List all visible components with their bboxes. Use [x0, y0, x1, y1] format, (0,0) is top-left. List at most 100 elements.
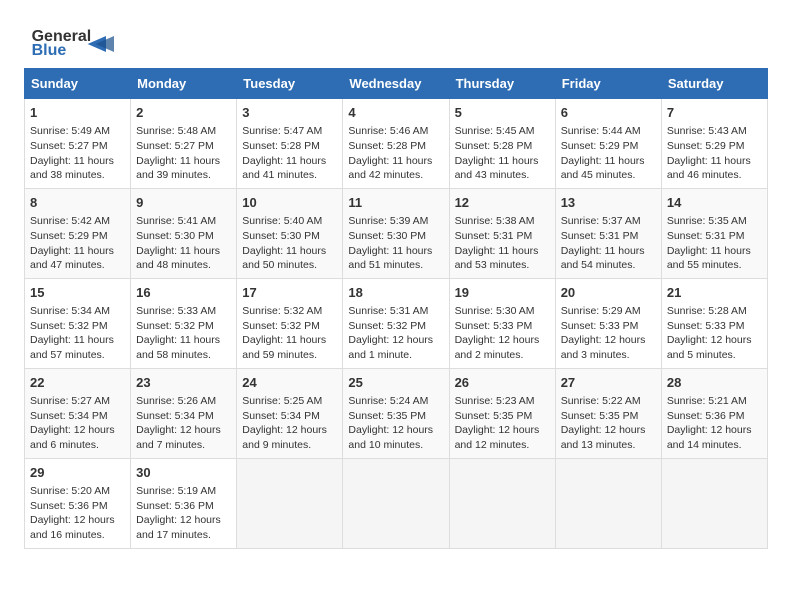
logo: General Blue: [24, 20, 124, 60]
calendar-cell: 27Sunrise: 5:22 AMSunset: 5:35 PMDayligh…: [555, 368, 661, 458]
day-number: 10: [242, 194, 337, 212]
calendar-cell: [343, 458, 449, 548]
day-number: 3: [242, 104, 337, 122]
day-number: 9: [136, 194, 231, 212]
cell-info: Sunrise: 5:21 AMSunset: 5:36 PMDaylight:…: [667, 394, 762, 453]
calendar-cell: 22 Sunrise: 5:27 AMSunset: 5:34 PMDayligh…: [25, 368, 131, 458]
cell-info: Sunrise: 5:32 AMSunset: 5:32 PMDaylight:…: [242, 304, 337, 363]
cell-info: Sunrise: 5:34 AMSunset: 5:32 PMDaylight:…: [30, 304, 125, 363]
calendar-cell: 20 Sunrise: 5:29 AMSunset: 5:33 PMDayligh…: [555, 278, 661, 368]
calendar-cell: 10 Sunrise: 5:40 AMSunset: 5:30 PMDayligh…: [237, 188, 343, 278]
cell-info: Sunrise: 5:30 AMSunset: 5:33 PMDaylight:…: [455, 304, 550, 363]
calendar-cell: 14 Sunrise: 5:35 AMSunset: 5:31 PMDayligh…: [661, 188, 767, 278]
weekday-header-monday: Monday: [131, 69, 237, 99]
day-number: 16: [136, 284, 231, 302]
calendar-cell: [237, 458, 343, 548]
day-number: 13: [561, 194, 656, 212]
weekday-header-saturday: Saturday: [661, 69, 767, 99]
day-number: 21: [667, 284, 762, 302]
calendar-cell: [555, 458, 661, 548]
day-number: 23: [136, 374, 231, 392]
calendar-cell: 25 Sunrise: 5:24 AMSunset: 5:35 PMDayligh…: [343, 368, 449, 458]
day-number: 5: [455, 104, 550, 122]
cell-info: Sunrise: 5:47 AMSunset: 5:28 PMDaylight:…: [242, 124, 337, 183]
day-number: 26: [455, 374, 550, 392]
cell-info: Sunrise: 5:26 AMSunset: 5:34 PMDaylight:…: [136, 394, 231, 453]
calendar-cell: 6 Sunrise: 5:44 AMSunset: 5:29 PMDaylight…: [555, 99, 661, 189]
calendar-cell: 8 Sunrise: 5:42 AMSunset: 5:29 PMDaylight…: [25, 188, 131, 278]
cell-info: Sunrise: 5:41 AMSunset: 5:30 PMDaylight:…: [136, 214, 231, 273]
calendar-cell: 19 Sunrise: 5:30 AMSunset: 5:33 PMDayligh…: [449, 278, 555, 368]
cell-info: Sunrise: 5:35 AMSunset: 5:31 PMDaylight:…: [667, 214, 762, 273]
calendar-cell: [449, 458, 555, 548]
day-number: 6: [561, 104, 656, 122]
day-number: 24: [242, 374, 337, 392]
day-number: 20: [561, 284, 656, 302]
weekday-header-friday: Friday: [555, 69, 661, 99]
calendar-cell: 11Sunrise: 5:39 AMSunset: 5:30 PMDayligh…: [343, 188, 449, 278]
cell-info: Sunrise: 5:29 AMSunset: 5:33 PMDaylight:…: [561, 304, 656, 363]
header: General Blue: [24, 20, 768, 60]
calendar-cell: 24 Sunrise: 5:25 AMSunset: 5:34 PMDayligh…: [237, 368, 343, 458]
cell-info: Sunrise: 5:39 AMSunset: 5:30 PMDaylight:…: [348, 214, 443, 273]
cell-info: Sunrise: 5:45 AMSunset: 5:28 PMDaylight:…: [455, 124, 550, 183]
cell-info: Sunrise: 5:20 AMSunset: 5:36 PMDaylight:…: [30, 484, 125, 543]
svg-text:Blue: Blue: [32, 42, 67, 59]
calendar-cell: 26Sunrise: 5:23 AMSunset: 5:35 PMDayligh…: [449, 368, 555, 458]
cell-info: Sunrise: 5:44 AMSunset: 5:29 PMDaylight:…: [561, 124, 656, 183]
weekday-header-sunday: Sunday: [25, 69, 131, 99]
calendar-cell: 23 Sunrise: 5:26 AMSunset: 5:34 PMDayligh…: [131, 368, 237, 458]
day-number: 25: [348, 374, 443, 392]
day-number: 22: [30, 374, 125, 392]
day-number: 28: [667, 374, 762, 392]
calendar-cell: 29 Sunrise: 5:20 AMSunset: 5:36 PMDayligh…: [25, 458, 131, 548]
cell-info: Sunrise: 5:38 AMSunset: 5:31 PMDaylight:…: [455, 214, 550, 273]
calendar-cell: 30 Sunrise: 5:19 AMSunset: 5:36 PMDayligh…: [131, 458, 237, 548]
day-number: 8: [30, 194, 125, 212]
calendar-cell: 13 Sunrise: 5:37 AMSunset: 5:31 PMDayligh…: [555, 188, 661, 278]
cell-info: Sunrise: 5:25 AMSunset: 5:34 PMDaylight:…: [242, 394, 337, 453]
cell-info: Sunrise: 5:19 AMSunset: 5:36 PMDaylight:…: [136, 484, 231, 543]
day-number: 2: [136, 104, 231, 122]
week-row-3: 15 Sunrise: 5:34 AMSunset: 5:32 PMDayligh…: [25, 278, 768, 368]
calendar-table: SundayMondayTuesdayWednesdayThursdayFrid…: [24, 68, 768, 549]
day-number: 30: [136, 464, 231, 482]
calendar-cell: 28 Sunrise: 5:21 AMSunset: 5:36 PMDayligh…: [661, 368, 767, 458]
calendar-cell: 17 Sunrise: 5:32 AMSunset: 5:32 PMDayligh…: [237, 278, 343, 368]
day-number: 18: [348, 284, 443, 302]
day-number: 1: [30, 104, 125, 122]
calendar-cell: 4Sunrise: 5:46 AMSunset: 5:28 PMDaylight…: [343, 99, 449, 189]
cell-info: Sunrise: 5:42 AMSunset: 5:29 PMDaylight:…: [30, 214, 125, 273]
calendar-cell: 9 Sunrise: 5:41 AMSunset: 5:30 PMDaylight…: [131, 188, 237, 278]
day-number: 12: [455, 194, 550, 212]
day-number: 15: [30, 284, 125, 302]
day-number: 4: [348, 104, 443, 122]
cell-info: Sunrise: 5:28 AMSunset: 5:33 PMDaylight:…: [667, 304, 762, 363]
calendar-cell: [661, 458, 767, 548]
calendar-cell: 7Sunrise: 5:43 AMSunset: 5:29 PMDaylight…: [661, 99, 767, 189]
calendar-cell: 3 Sunrise: 5:47 AMSunset: 5:28 PMDaylight…: [237, 99, 343, 189]
week-row-2: 8 Sunrise: 5:42 AMSunset: 5:29 PMDaylight…: [25, 188, 768, 278]
cell-info: Sunrise: 5:27 AMSunset: 5:34 PMDaylight:…: [30, 394, 125, 453]
cell-info: Sunrise: 5:40 AMSunset: 5:30 PMDaylight:…: [242, 214, 337, 273]
cell-info: Sunrise: 5:24 AMSunset: 5:35 PMDaylight:…: [348, 394, 443, 453]
day-number: 7: [667, 104, 762, 122]
cell-info: Sunrise: 5:31 AMSunset: 5:32 PMDaylight:…: [348, 304, 443, 363]
cell-info: Sunrise: 5:22 AMSunset: 5:35 PMDaylight:…: [561, 394, 656, 453]
day-number: 19: [455, 284, 550, 302]
week-row-4: 22 Sunrise: 5:27 AMSunset: 5:34 PMDayligh…: [25, 368, 768, 458]
calendar-cell: 12 Sunrise: 5:38 AMSunset: 5:31 PMDayligh…: [449, 188, 555, 278]
calendar-cell: 1Sunrise: 5:49 AMSunset: 5:27 PMDaylight…: [25, 99, 131, 189]
day-number: 17: [242, 284, 337, 302]
logo-svg: General Blue: [24, 20, 124, 60]
day-number: 29: [30, 464, 125, 482]
weekday-header-row: SundayMondayTuesdayWednesdayThursdayFrid…: [25, 69, 768, 99]
weekday-header-wednesday: Wednesday: [343, 69, 449, 99]
cell-info: Sunrise: 5:37 AMSunset: 5:31 PMDaylight:…: [561, 214, 656, 273]
weekday-header-tuesday: Tuesday: [237, 69, 343, 99]
weekday-header-thursday: Thursday: [449, 69, 555, 99]
calendar-cell: 16Sunrise: 5:33 AMSunset: 5:32 PMDayligh…: [131, 278, 237, 368]
calendar-cell: 15 Sunrise: 5:34 AMSunset: 5:32 PMDayligh…: [25, 278, 131, 368]
calendar-cell: 18 Sunrise: 5:31 AMSunset: 5:32 PMDayligh…: [343, 278, 449, 368]
day-number: 14: [667, 194, 762, 212]
